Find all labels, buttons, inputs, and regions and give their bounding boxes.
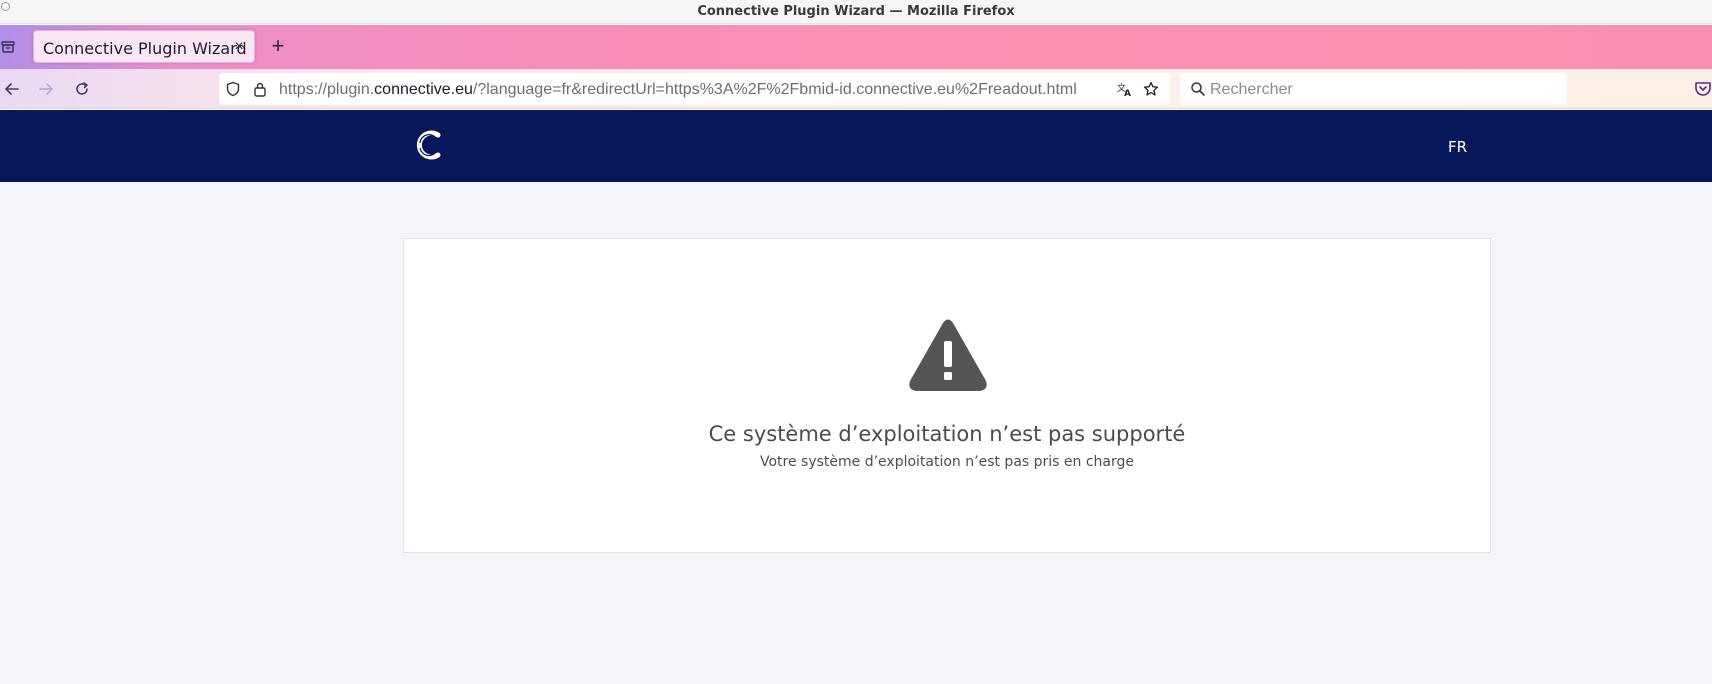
error-card: Ce système d’exploitation n’est pas supp…: [403, 238, 1491, 553]
new-tab-button[interactable]: +: [267, 35, 289, 57]
error-subtitle: Votre système d’exploitation n’est pas p…: [759, 454, 1135, 470]
svg-text:A: A: [1124, 89, 1131, 97]
url-host: connective.eu: [374, 81, 473, 98]
url-suffix: /?language=fr&redirectUrl=https%3A%2F%2F…: [472, 81, 1077, 98]
url-prefix: https://plugin.: [279, 81, 375, 98]
tab-connective-plugin-wizard[interactable]: Connective Plugin Wizard ×: [33, 30, 255, 63]
forward-button[interactable]: [36, 79, 56, 99]
back-button[interactable]: [2, 79, 22, 99]
tab-strip: Connective Plugin Wizard × +: [0, 25, 1712, 69]
navigation-toolbar: https://plugin.connective.eu/?language=f…: [0, 69, 1712, 109]
tab-close-button[interactable]: ×: [232, 38, 246, 56]
pocket-icon[interactable]: [1694, 80, 1712, 98]
error-title: Ce système d’exploitation n’est pas supp…: [708, 422, 1186, 446]
site-header: FR: [0, 110, 1712, 182]
tab-title: Connective Plugin Wizard: [43, 39, 247, 58]
connective-logo-icon[interactable]: [412, 127, 444, 163]
star-icon[interactable]: [1143, 81, 1159, 97]
url-bar[interactable]: https://plugin.connective.eu/?language=f…: [219, 73, 1170, 105]
search-icon: [1191, 82, 1205, 96]
tab-list-button[interactable]: [0, 37, 16, 57]
warning-triangle-icon: [909, 319, 987, 391]
forward-arrow-icon: [39, 83, 53, 95]
search-bar[interactable]: Rechercher: [1180, 73, 1567, 105]
page-content: FR Ce système d’exploitation n’est pas s…: [0, 110, 1712, 684]
translate-icon[interactable]: 文 A: [1117, 81, 1133, 97]
archive-icon: [1, 41, 15, 53]
back-arrow-icon: [5, 83, 19, 95]
search-placeholder: Rechercher: [1210, 81, 1293, 98]
language-selector[interactable]: FR: [1448, 138, 1467, 156]
shield-icon[interactable]: [225, 81, 241, 97]
lock-icon[interactable]: [252, 81, 268, 97]
reload-button[interactable]: [72, 79, 92, 99]
window-title: Connective Plugin Wizard — Mozilla Firef…: [697, 4, 1015, 19]
reload-icon: [76, 82, 88, 95]
window-titlebar: Connective Plugin Wizard — Mozilla Firef…: [0, 0, 1712, 24]
url-text[interactable]: https://plugin.connective.eu/?language=f…: [279, 81, 1117, 99]
